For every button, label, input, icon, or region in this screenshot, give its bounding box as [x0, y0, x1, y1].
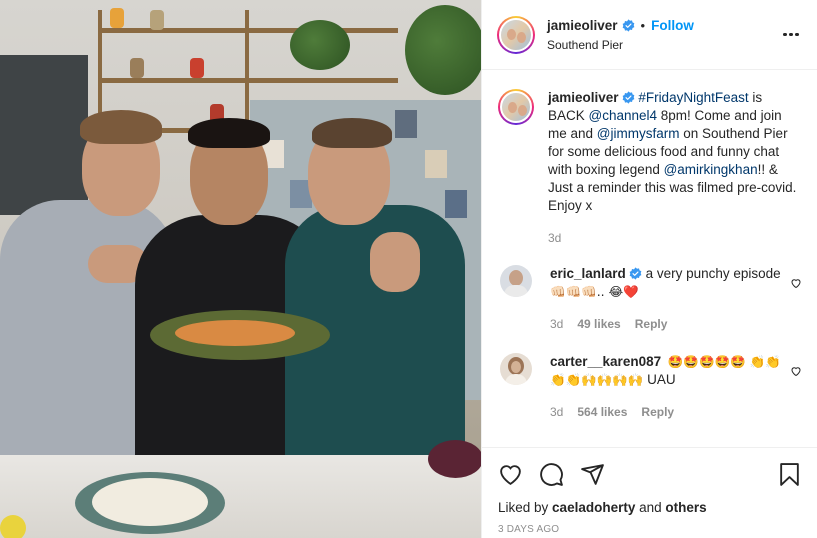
post-actions: Liked by caeladoherty and others 3 DAYS … — [482, 447, 817, 538]
like-heart-icon[interactable] — [498, 462, 523, 487]
post-caption: jamieoliver #FridayNightFeast is BACK @c… — [498, 89, 802, 247]
photo-jar — [150, 10, 164, 30]
share-paper-plane-icon[interactable] — [580, 462, 605, 487]
caption-author-avatar[interactable] — [498, 89, 534, 125]
caption-username[interactable]: jamieoliver — [548, 90, 619, 105]
liked-by-text: Liked by caeladoherty and others — [498, 500, 802, 515]
comment-like-heart-icon[interactable] — [790, 365, 802, 377]
photo-fridge-note — [395, 110, 417, 138]
comment-time[interactable]: 3d — [550, 403, 563, 421]
post-location[interactable]: Southend Pier — [547, 38, 779, 52]
comment-like-heart-icon[interactable] — [790, 277, 802, 289]
verified-badge-icon — [629, 267, 642, 280]
photo-food-curry — [175, 320, 295, 346]
commenter-avatar[interactable] — [500, 265, 532, 297]
liked-prefix: Liked by — [498, 500, 553, 515]
author-avatar[interactable] — [497, 15, 535, 54]
reply-button[interactable]: Reply — [635, 315, 668, 333]
photo-person-left-hair — [80, 110, 162, 144]
comment-text: a very punchy episode — [645, 266, 781, 281]
comment-text-block: eric_lanlard a very punchy episode 👊🏻👊🏻👊… — [550, 265, 782, 301]
photo-plant — [290, 20, 350, 70]
comment-bubble-icon[interactable] — [539, 462, 564, 487]
save-bookmark-icon[interactable] — [777, 462, 802, 487]
liked-by-user[interactable]: caeladoherty — [552, 500, 635, 515]
liked-by-others[interactable]: others — [665, 500, 706, 515]
photo-jar — [190, 58, 204, 78]
photo-fridge-note — [445, 190, 467, 218]
liked-mid: and — [635, 500, 666, 515]
mention-amirkingkhan[interactable]: @amirkingkhan — [664, 162, 758, 177]
photo-person-right-hair — [312, 118, 392, 148]
comment-meta: 3d 49 likes Reply — [550, 315, 782, 333]
verified-badge-icon — [622, 91, 634, 104]
caption-time[interactable]: 3d — [548, 229, 561, 247]
verified-badge-icon — [622, 18, 634, 32]
more-options-icon[interactable] — [779, 23, 803, 47]
reply-button[interactable]: Reply — [641, 403, 674, 421]
comment-time[interactable]: 3d — [550, 315, 563, 333]
comment-emoji: 👊🏻👊🏻👊🏻.. 😂❤️ — [550, 284, 639, 299]
mention-jimmysfarm[interactable]: @jimmysfarm — [597, 126, 680, 141]
header-text: jamieoliver • Follow Southend Pier — [547, 18, 779, 52]
post-photo[interactable] — [0, 0, 481, 538]
comment-body: carter__karen087 🤩🤩🤩🤩🤩 👏👏👏👏🙌🙌🙌🙌 UAU 3d 5… — [550, 353, 782, 421]
commenter-avatar[interactable] — [500, 353, 532, 385]
comment-likes[interactable]: 49 likes — [577, 315, 620, 333]
comments-list[interactable]: jamieoliver #FridayNightFeast is BACK @c… — [482, 71, 817, 446]
comment-meta: 3d 564 likes Reply — [550, 403, 782, 421]
comment-username[interactable]: eric_lanlard — [550, 266, 626, 281]
photo-jar — [110, 8, 124, 28]
photo-plant — [405, 5, 481, 95]
follow-button[interactable]: Follow — [651, 18, 694, 33]
comment-text-block: carter__karen087 🤩🤩🤩🤩🤩 👏👏👏👏🙌🙌🙌🙌 UAU — [550, 353, 782, 389]
author-username[interactable]: jamieoliver — [547, 18, 618, 33]
photo-counter — [0, 455, 481, 538]
photo-lemon — [0, 515, 26, 538]
post-side-panel: jamieoliver • Follow Southend Pier jamie… — [481, 0, 817, 538]
photo-jar — [130, 58, 144, 78]
photo-person-right-fist — [370, 232, 420, 292]
photo-dark-panel — [0, 55, 88, 215]
photo-person-middle-hair — [188, 118, 270, 148]
caption-hashtag[interactable]: #FridayNightFeast — [638, 90, 748, 105]
header-separator: • — [640, 17, 646, 33]
post-date[interactable]: 3 DAYS AGO — [498, 524, 802, 535]
post-header: jamieoliver • Follow Southend Pier — [482, 0, 817, 70]
caption-body: jamieoliver #FridayNightFeast is BACK @c… — [548, 89, 802, 247]
caption-meta: 3d — [548, 229, 802, 247]
comment-item: eric_lanlard a very punchy episode 👊🏻👊🏻👊… — [498, 265, 802, 333]
comment-text-after: UAU — [643, 372, 676, 387]
photo-rice — [92, 478, 208, 526]
action-bar — [498, 448, 802, 500]
comment-likes[interactable]: 564 likes — [577, 403, 627, 421]
comment-item: carter__karen087 🤩🤩🤩🤩🤩 👏👏👏👏🙌🙌🙌🙌 UAU 3d 5… — [498, 353, 802, 421]
photo-fridge-note — [425, 150, 447, 178]
caption-text: jamieoliver #FridayNightFeast is BACK @c… — [548, 89, 802, 215]
comment-username[interactable]: carter__karen087 — [550, 354, 661, 369]
instagram-post: jamieoliver • Follow Southend Pier jamie… — [0, 0, 817, 538]
comment-body: eric_lanlard a very punchy episode 👊🏻👊🏻👊… — [550, 265, 782, 333]
mention-channel4[interactable]: @channel4 — [589, 108, 658, 123]
photo-grapes — [428, 440, 481, 478]
